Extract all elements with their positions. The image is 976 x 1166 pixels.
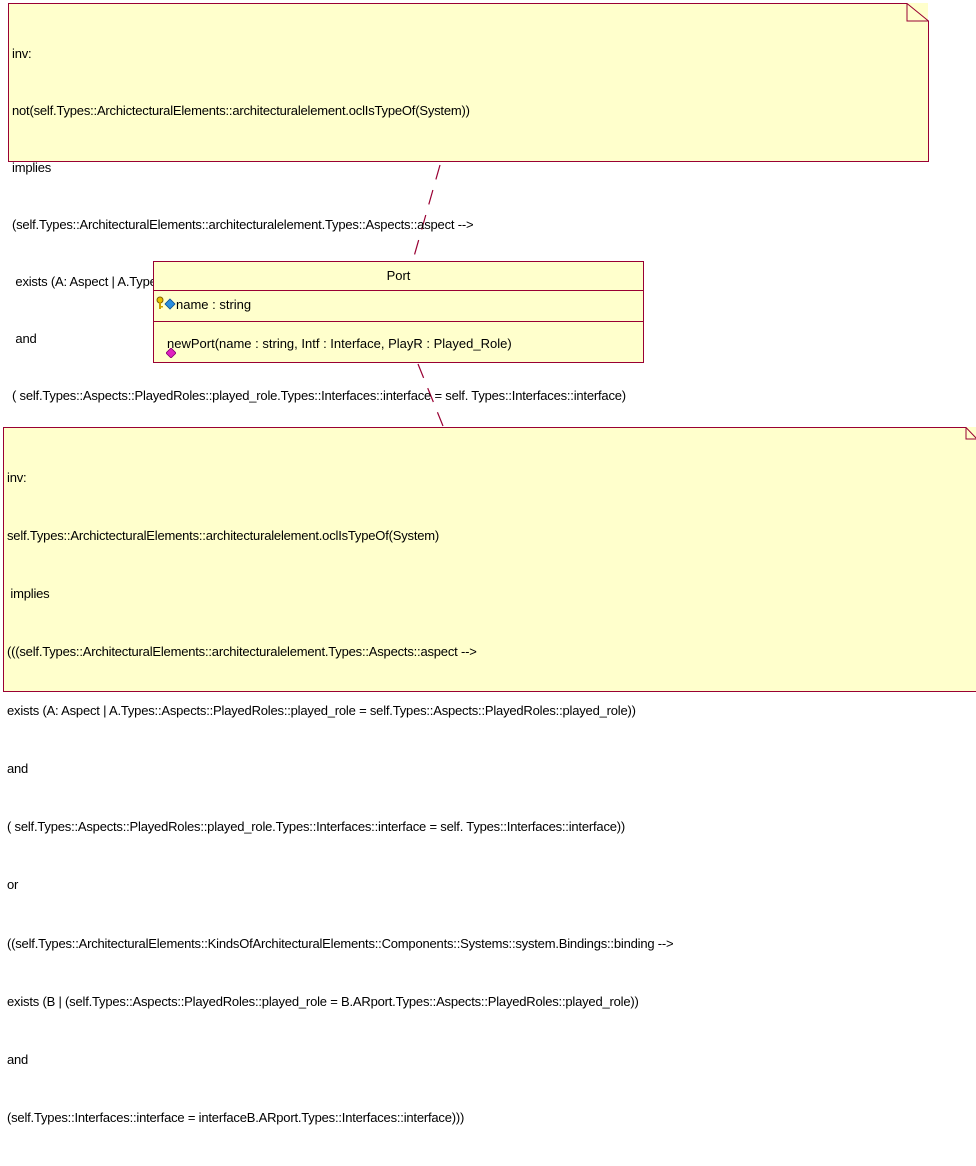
key-attribute-icon [156, 292, 176, 320]
note-line: implies [12, 160, 52, 175]
top-ocl-note[interactable]: inv: not(self.Types::ArchictecturalEleme… [8, 3, 929, 403]
bottom-ocl-note[interactable]: inv: self.Types::ArchictecturalElements:… [3, 427, 976, 1125]
note-line: and [7, 760, 29, 776]
note-line: not(self.Types::ArchictecturalElements::… [12, 103, 470, 118]
port-class[interactable]: Port name : string newPort(name : string… [153, 261, 644, 363]
operation-diamond-icon [165, 332, 177, 376]
top-note-text: inv: not(self.Types::ArchictecturalEleme… [12, 6, 640, 443]
note-line: inv: [7, 469, 27, 485]
bottom-note-text: inv: self.Types::ArchictecturalElements:… [7, 429, 674, 1166]
note-line: implies [7, 586, 50, 602]
class-operation-row[interactable]: newPort(name : string, Intf : Interface,… [154, 322, 643, 364]
note-line: (self.Types::Interfaces::interface = int… [7, 1110, 465, 1126]
note-line: ( self.Types::Aspects::PlayedRoles::play… [12, 388, 626, 403]
note-line: inv: [12, 46, 32, 61]
operation-text: newPort(name : string, Intf : Interface,… [167, 336, 512, 351]
note-line: and [7, 1052, 29, 1067]
class-name: Port [154, 262, 643, 291]
note-line: or [7, 877, 19, 893]
note-line: ( self.Types::Aspects::PlayedRoles::play… [7, 819, 626, 835]
note-line: self.Types::ArchictecturalElements::arch… [7, 528, 440, 544]
note-line: (self.Types::ArchitecturalElements::arch… [12, 217, 474, 232]
note-line: (((self.Types::ArchitecturalElements::ar… [7, 644, 477, 660]
class-attribute-row[interactable]: name : string [154, 291, 643, 322]
note-line: ((self.Types::ArchitecturalElements::Kin… [7, 935, 674, 951]
note-line: exists (B | (self.Types::Aspects::Played… [7, 993, 639, 1009]
attribute-text: name : string [176, 297, 252, 312]
note-line: exists (A: Aspect | A.Types::Aspects::Pl… [7, 702, 636, 718]
